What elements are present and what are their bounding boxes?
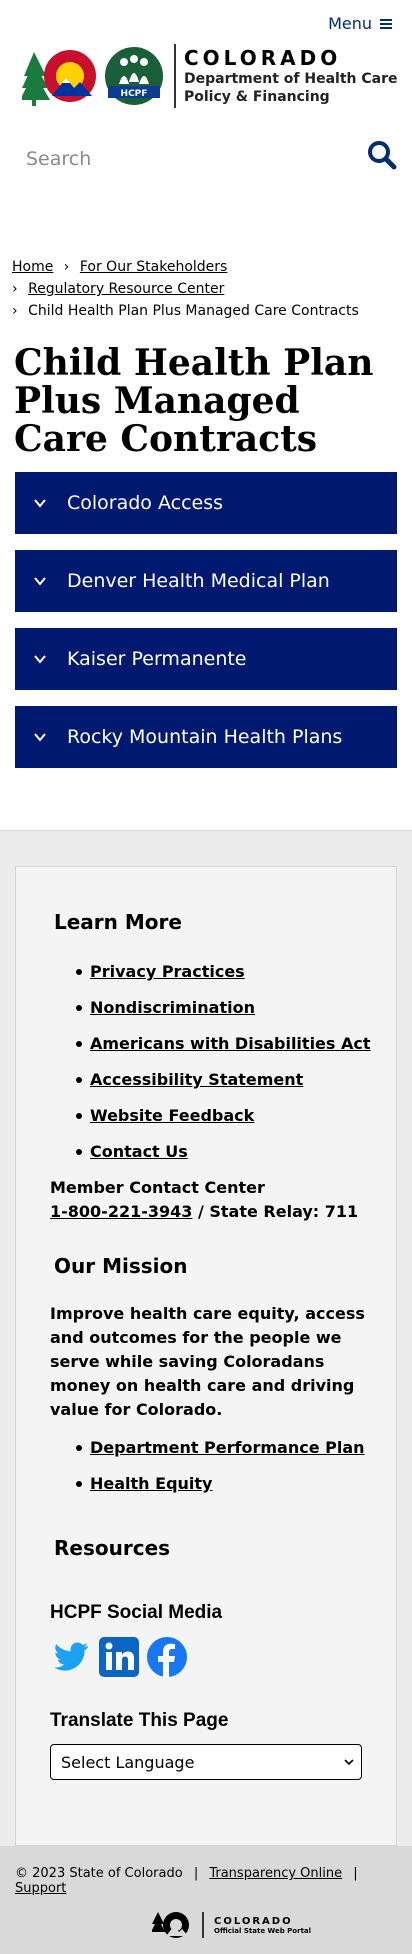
- search-bar: [0, 130, 412, 190]
- breadcrumb-resource-center[interactable]: Regulatory Resource Center: [28, 281, 224, 297]
- site-logo[interactable]: HCPF COLORADO Department of Health Care …: [22, 44, 398, 108]
- state-portal-logo[interactable]: COLORADO Official State Web Portal: [152, 1910, 311, 1940]
- breadcrumb: Home › For Our Stakeholders › Regulatory…: [12, 256, 359, 322]
- breadcrumb-current: Child Health Plan Plus Managed Care Cont…: [28, 303, 359, 319]
- list-item: Health Equity: [76, 1466, 365, 1502]
- resources-heading: Resources: [54, 1536, 171, 1560]
- accordion-kaiser-permanente[interactable]: Kaiser Permanente: [15, 628, 397, 690]
- chevron-down-icon: [34, 577, 46, 586]
- chevron-down-icon: [34, 655, 46, 664]
- support-link[interactable]: Support: [15, 1881, 66, 1896]
- accordion-denver-health[interactable]: Denver Health Medical Plan: [15, 550, 397, 612]
- accordion-label: Kaiser Permanente: [67, 648, 247, 670]
- list-item: Privacy Practices: [76, 954, 371, 990]
- social-links: [50, 1636, 188, 1678]
- language-select[interactable]: Select Language: [50, 1744, 362, 1780]
- list-item: Department Performance Plan: [76, 1430, 365, 1466]
- department-line-1: Department of Health Care: [184, 71, 398, 87]
- state-relay: / State Relay: 711: [192, 1202, 359, 1221]
- accordion-label: Denver Health Medical Plan: [67, 570, 330, 592]
- twitter-icon[interactable]: [50, 1636, 92, 1678]
- website-feedback-link[interactable]: Website Feedback: [90, 1106, 254, 1125]
- accordion-rocky-mountain[interactable]: Rocky Mountain Health Plans: [15, 706, 397, 768]
- colorado-logo-icon: [22, 50, 96, 106]
- breadcrumb-separator: ›: [12, 303, 18, 319]
- contact-us-link[interactable]: Contact Us: [90, 1142, 188, 1161]
- chevron-down-icon: [344, 1759, 354, 1766]
- learn-more-heading: Learn More: [54, 910, 182, 934]
- page-title: Child Health Plan Plus Managed Care Cont…: [14, 342, 374, 460]
- contact-center-label: Member Contact Center: [50, 1178, 265, 1197]
- menu-label: Menu: [328, 14, 372, 33]
- portal-text: COLORADO Official State Web Portal: [214, 1916, 311, 1935]
- menu-button[interactable]: Menu: [328, 14, 392, 33]
- breadcrumb-home[interactable]: Home: [12, 259, 53, 275]
- nondiscrimination-link[interactable]: Nondiscrimination: [90, 998, 255, 1017]
- contact-phone-link[interactable]: 1-800-221-3943: [50, 1202, 192, 1221]
- linkedin-icon[interactable]: [98, 1636, 140, 1678]
- ada-link[interactable]: Americans with Disabilities Act: [90, 1034, 371, 1053]
- breadcrumb-separator: ›: [12, 281, 18, 297]
- agency-name: COLORADO Department of Health Care Polic…: [184, 46, 398, 106]
- legal-links: © 2023 State of Colorado | Transparency …: [15, 1866, 412, 1896]
- translate-heading: Translate This Page: [50, 1710, 229, 1731]
- list-item: Americans with Disabilities Act: [76, 1026, 371, 1062]
- pipe-separator: |: [193, 1866, 199, 1881]
- list-item: Accessibility Statement: [76, 1062, 371, 1098]
- portal-state: COLORADO: [214, 1915, 293, 1927]
- hcpf-logo-icon: HCPF: [105, 47, 163, 105]
- list-item: Nondiscrimination: [76, 990, 371, 1026]
- health-equity-link[interactable]: Health Equity: [90, 1474, 212, 1493]
- accordion-label: Rocky Mountain Health Plans: [67, 726, 343, 748]
- mission-text: Improve health care equity, access and o…: [50, 1304, 365, 1419]
- colorado-portal-icon: [152, 1912, 189, 1938]
- search-input[interactable]: [26, 144, 326, 174]
- logo-divider: [174, 44, 176, 108]
- list-item: Contact Us: [76, 1134, 371, 1170]
- privacy-practices-link[interactable]: Privacy Practices: [90, 962, 245, 981]
- chevron-down-icon: [34, 733, 46, 742]
- list-item: Website Feedback: [76, 1098, 371, 1134]
- facebook-icon[interactable]: [146, 1636, 188, 1678]
- hamburger-icon: [380, 18, 392, 29]
- social-media-heading: HCPF Social Media: [50, 1602, 223, 1623]
- accordion-colorado-access[interactable]: Colorado Access: [15, 472, 397, 534]
- portal-subtitle: Official State Web Portal: [214, 1926, 312, 1935]
- performance-plan-link[interactable]: Department Performance Plan: [90, 1438, 365, 1457]
- search-icon: [368, 141, 397, 170]
- breadcrumb-separator: ›: [63, 259, 70, 275]
- copyright: © 2023 State of Colorado: [15, 1866, 183, 1881]
- contact-line: 1-800-221-3943 / State Relay: 711: [50, 1200, 358, 1224]
- learn-more-list: Privacy Practices Nondiscrimination Amer…: [76, 954, 371, 1170]
- pipe-separator: |: [353, 1866, 358, 1881]
- chevron-down-icon: [34, 499, 46, 508]
- department-line-2: Policy & Financing: [184, 89, 330, 105]
- search-button[interactable]: [366, 140, 398, 172]
- transparency-link[interactable]: Transparency Online: [209, 1866, 342, 1881]
- hcpf-logo-text: HCPF: [121, 89, 148, 99]
- portal-divider: [202, 1912, 204, 1938]
- accessibility-link[interactable]: Accessibility Statement: [90, 1070, 303, 1089]
- mission-heading: Our Mission: [54, 1254, 188, 1278]
- state-name: COLORADO: [184, 46, 342, 70]
- breadcrumb-stakeholders[interactable]: For Our Stakeholders: [80, 259, 227, 275]
- accordion-label: Colorado Access: [67, 492, 224, 514]
- mission-list: Department Performance Plan Health Equit…: [76, 1430, 365, 1502]
